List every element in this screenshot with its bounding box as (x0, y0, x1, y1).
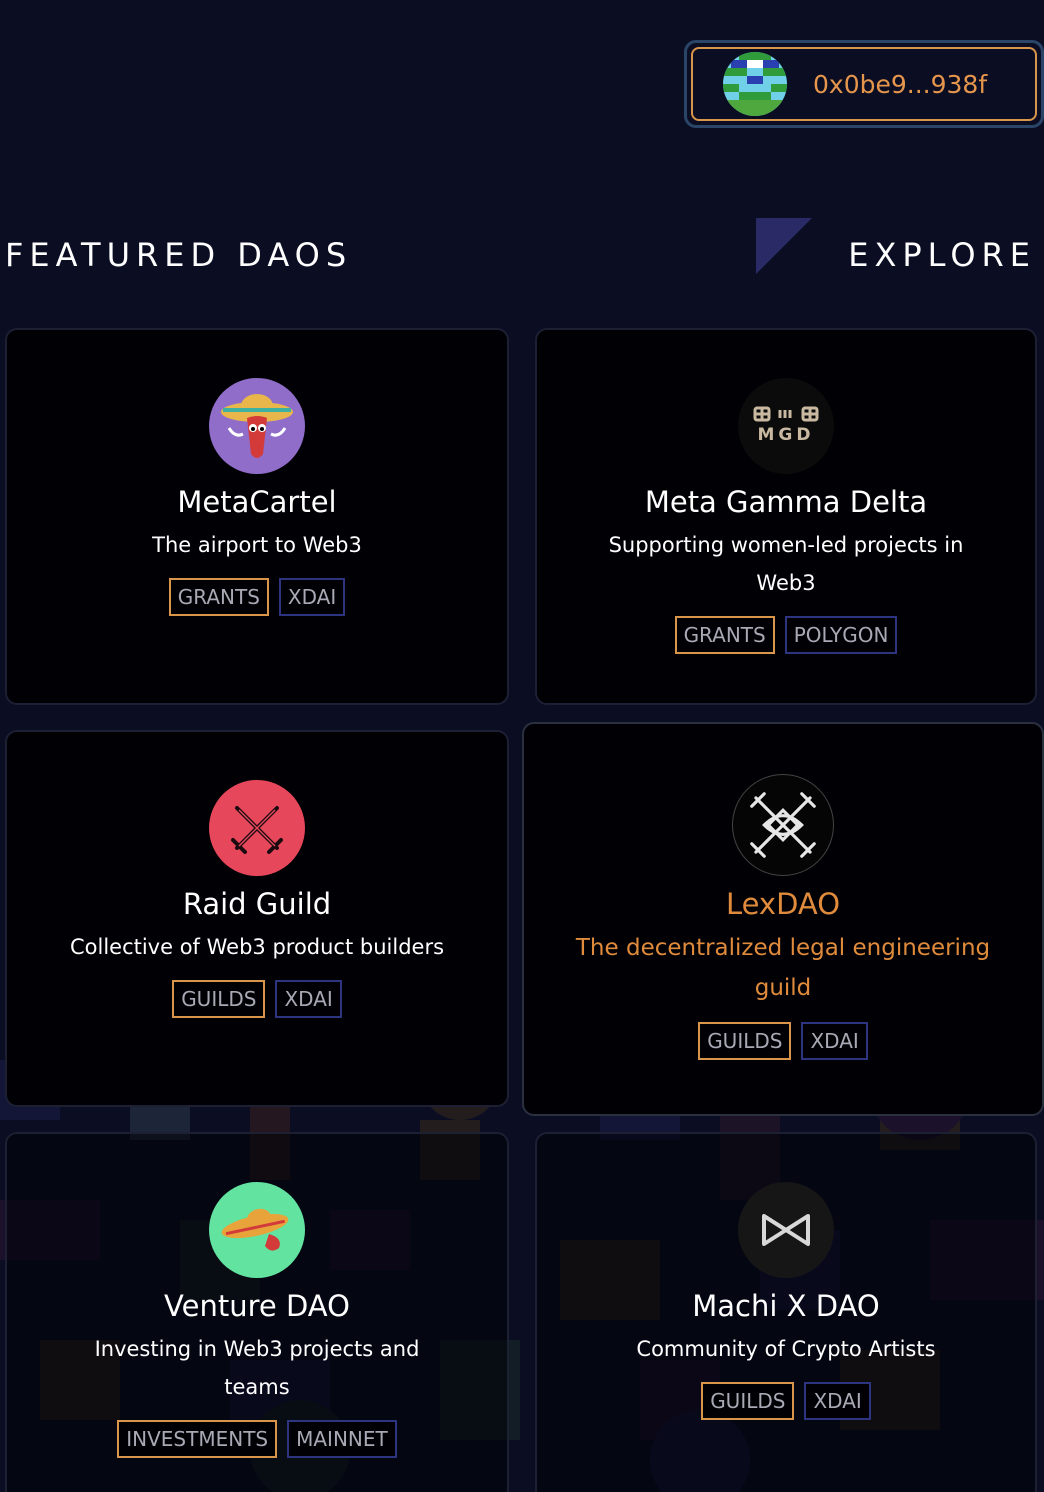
dao-name: Machi X DAO (692, 1289, 880, 1323)
dao-tags: INVESTMENTS MAINNET (117, 1420, 397, 1458)
tag-network: XDAI (804, 1382, 871, 1420)
dao-description: Supporting women-led projects in Web3 (608, 533, 964, 595)
dao-description: The decentralized legal engineering guil… (575, 935, 991, 1001)
dao-card-machi-x-dao[interactable]: Machi X DAO Community of Crypto Artists … (535, 1132, 1037, 1492)
knot-swords-icon (732, 774, 834, 876)
dao-tags: GRANTS POLYGON (674, 616, 898, 654)
dao-tags: GUILDS XDAI (172, 980, 342, 1018)
dao-name: Meta Gamma Delta (644, 485, 928, 519)
tag-network: POLYGON (784, 616, 898, 654)
dao-tags: GUILDS XDAI (698, 1022, 868, 1060)
tag-network: XDAI (275, 980, 342, 1018)
dao-card-raid-guild[interactable]: Raid Guild Collective of Web3 product bu… (5, 730, 509, 1107)
tag-network: XDAI (278, 578, 346, 616)
dao-card-metacartel[interactable]: MetaCartel The airport to Web3 GRANTS XD… (5, 328, 509, 705)
pepper-sombrero-icon (209, 1182, 305, 1278)
machi-x-icon (738, 1182, 834, 1278)
svg-text:MGD: MGD (758, 425, 815, 445)
dao-name: LexDAO (725, 887, 841, 921)
dao-description: The airport to Web3 (152, 533, 362, 557)
tag-category: GUILDS (172, 980, 266, 1018)
dao-description: Investing in Web3 projects and teams (94, 1337, 420, 1399)
wallet-avatar-icon (723, 52, 787, 116)
dao-tags: GRANTS XDAI (168, 578, 346, 616)
wallet-button-inner: 0x0be9...938f (691, 47, 1037, 121)
tag-category: INVESTMENTS (117, 1420, 278, 1458)
dao-name: Raid Guild (182, 887, 332, 921)
section-title: FEATURED DAOS (5, 236, 353, 274)
dao-card-venture-dao[interactable]: Venture DAO Investing in Web3 projects a… (5, 1132, 509, 1492)
tag-network: XDAI (801, 1022, 868, 1060)
tag-network: MAINNET (287, 1420, 397, 1458)
dao-description: Collective of Web3 product builders (69, 935, 445, 959)
mgd-logo-icon: MGD (738, 378, 834, 474)
dao-name: Venture DAO (164, 1289, 350, 1323)
page: 0x0be9...938f FEATURED DAOS EXPLORE Meta… (0, 0, 1044, 1492)
tag-category: GRANTS (168, 578, 269, 616)
tag-category: GRANTS (674, 616, 775, 654)
decorative-triangle (756, 218, 812, 274)
tag-category: GUILDS (701, 1382, 795, 1420)
dao-description: Community of Crypto Artists (636, 1337, 936, 1361)
wallet-address: 0x0be9...938f (813, 69, 988, 99)
dao-tags: GUILDS XDAI (701, 1382, 871, 1420)
chili-pepper-sombrero-icon (209, 378, 305, 474)
explore-link[interactable]: EXPLORE (848, 236, 1036, 274)
dao-card-lexdao[interactable]: LexDAO The decentralized legal engineeri… (522, 722, 1044, 1116)
crossed-swords-icon (209, 780, 305, 876)
dao-card-meta-gamma-delta[interactable]: MGD Meta Gamma Delta Supporting women-le… (535, 328, 1037, 705)
dao-name: MetaCartel (177, 485, 337, 519)
wallet-button[interactable]: 0x0be9...938f (684, 40, 1044, 128)
tag-category: GUILDS (698, 1022, 792, 1060)
